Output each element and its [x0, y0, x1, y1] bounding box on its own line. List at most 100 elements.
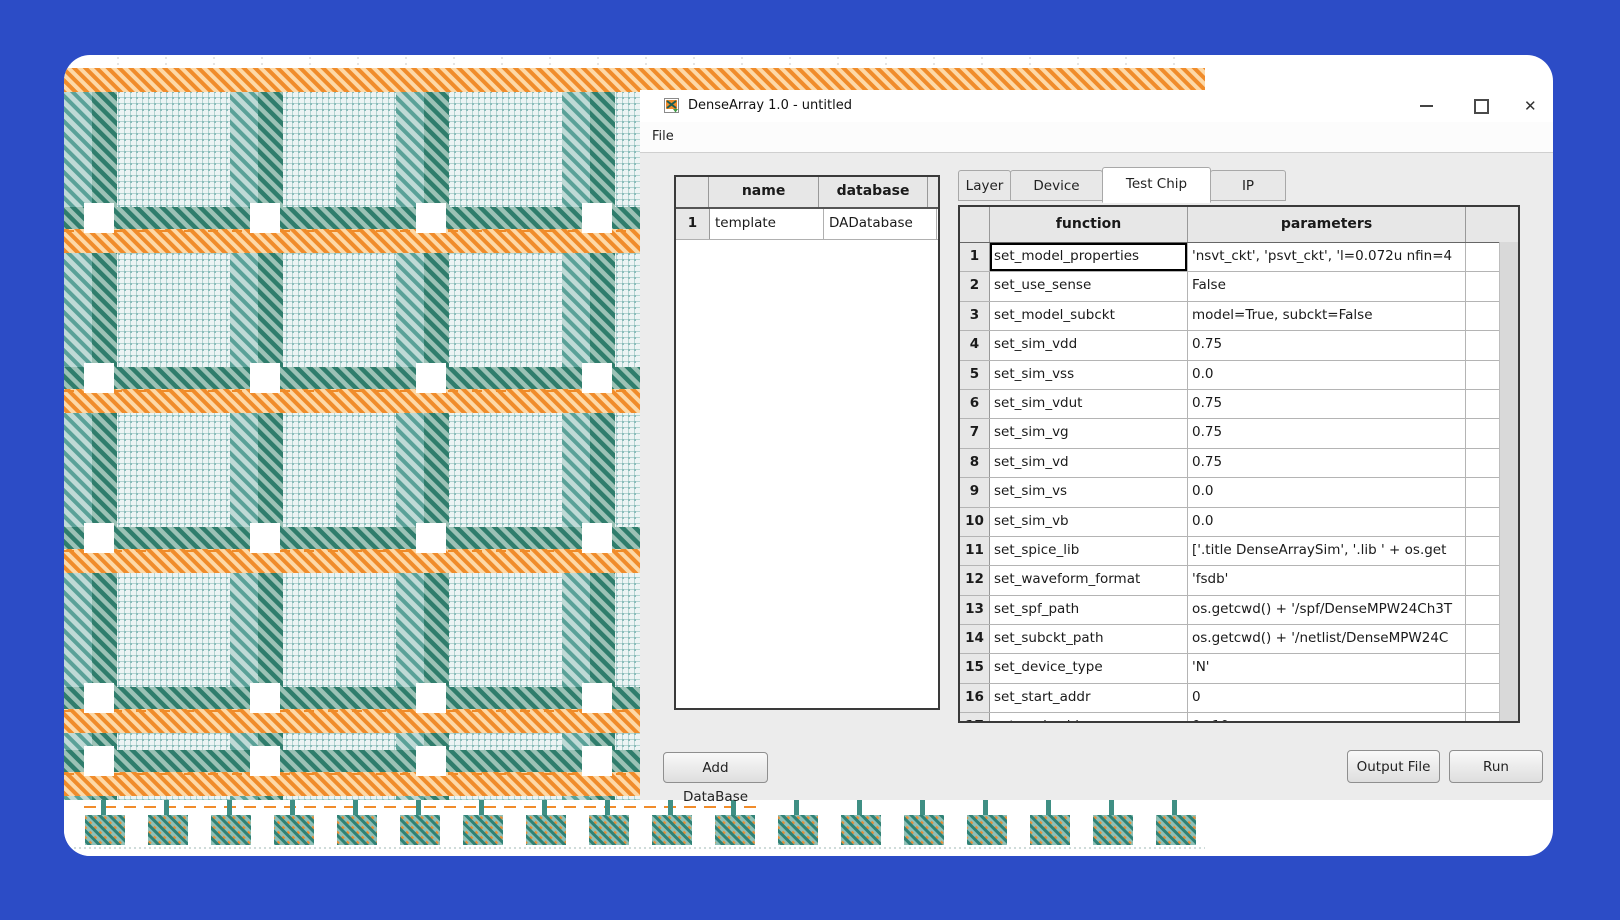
db-col-name-header: name: [709, 177, 819, 207]
window-body: namedatabase 1templateDADatabase LayerDe…: [640, 153, 1553, 800]
table-row: 1templateDADatabase: [676, 209, 938, 240]
db-col-database-header: database: [819, 177, 928, 207]
fn-cell-function[interactable]: set_sim_vdut: [990, 390, 1188, 418]
table-row: 11set_spice_lib['.title DenseArraySim', …: [960, 537, 1518, 566]
fn-cell-function[interactable]: set_model_properties: [990, 243, 1188, 271]
menu-bar: File: [640, 122, 1553, 153]
fn-cell-parameters[interactable]: 0.75: [1188, 419, 1466, 447]
output-file-button[interactable]: Output File: [1347, 750, 1440, 783]
fn-row-number: 8: [960, 449, 990, 477]
fn-row-number: 1: [960, 243, 990, 271]
fn-col-function-header: function: [990, 207, 1188, 242]
fn-cell-parameters[interactable]: 'fsdb': [1188, 566, 1466, 594]
tab-ip[interactable]: IP: [1210, 170, 1286, 201]
db-corner-cell: [928, 177, 938, 207]
minimize-button[interactable]: [1420, 105, 1433, 107]
fn-row-number: 16: [960, 684, 990, 712]
fn-cell-parameters[interactable]: os.getcwd() + '/netlist/DenseMPW24C: [1188, 625, 1466, 653]
fn-cell-function[interactable]: set_sim_vd: [990, 449, 1188, 477]
fn-cell-parameters[interactable]: 0: [1188, 684, 1466, 712]
db-cell-name[interactable]: template: [710, 209, 824, 239]
fn-row-number: 6: [960, 390, 990, 418]
screenshot-card: DenseArray 1.0 - untitled ✕ File namedat…: [64, 55, 1553, 856]
add-database-button[interactable]: Add DataBase: [663, 752, 768, 783]
title-bar: DenseArray 1.0 - untitled ✕: [640, 90, 1553, 122]
table-row: 12set_waveform_format'fsdb': [960, 566, 1518, 595]
fn-row-number: 11: [960, 537, 990, 565]
fn-cell-parameters[interactable]: 0+10: [1188, 713, 1466, 723]
table-row: 7set_sim_vg0.75: [960, 419, 1518, 448]
fn-row-number: 9: [960, 478, 990, 506]
fn-header-filler: [1466, 207, 1518, 242]
function-table-header: functionparameters: [960, 207, 1518, 243]
fn-row-number: 5: [960, 361, 990, 389]
fn-cell-function[interactable]: set_spf_path: [990, 596, 1188, 624]
table-row: 5set_sim_vss0.0: [960, 361, 1518, 390]
table-row: 1set_model_properties'nsvt_ckt', 'psvt_c…: [960, 243, 1518, 272]
fn-cell-function[interactable]: set_waveform_format: [990, 566, 1188, 594]
fn-cell-function[interactable]: set_device_type: [990, 654, 1188, 682]
densearray-window: DenseArray 1.0 - untitled ✕ File namedat…: [640, 90, 1553, 800]
fn-cell-parameters[interactable]: os.getcwd() + '/spf/DenseMPW24Ch3T: [1188, 596, 1466, 624]
db-cell-database[interactable]: DADatabase: [824, 209, 937, 239]
app-icon: [664, 98, 679, 113]
fn-cell-function[interactable]: set_sim_vs: [990, 478, 1188, 506]
menu-file[interactable]: File: [640, 122, 686, 152]
fn-cell-parameters[interactable]: 0.0: [1188, 478, 1466, 506]
fn-row-number: 4: [960, 331, 990, 359]
fn-col-parameters-header: parameters: [1188, 207, 1466, 242]
fn-row-number: 3: [960, 302, 990, 330]
tab-layer[interactable]: Layer: [958, 170, 1011, 201]
fn-cell-parameters[interactable]: ['.title DenseArraySim', '.lib ' + os.ge…: [1188, 537, 1466, 565]
fn-cell-parameters[interactable]: 0.0: [1188, 361, 1466, 389]
fn-row-number: 10: [960, 508, 990, 536]
table-row: 16set_start_addr0: [960, 684, 1518, 713]
fn-cell-parameters[interactable]: 0.75: [1188, 390, 1466, 418]
function-table: functionparameters 1set_model_properties…: [958, 205, 1520, 723]
fn-cell-function[interactable]: set_sim_vdd: [990, 331, 1188, 359]
fn-cell-function[interactable]: set_use_sense: [990, 272, 1188, 300]
table-row: 6set_sim_vdut0.75: [960, 390, 1518, 419]
fn-cell-function[interactable]: set_sim_vb: [990, 508, 1188, 536]
run-button[interactable]: Run: [1449, 750, 1543, 783]
fn-row-number: 7: [960, 419, 990, 447]
tab-test-chip[interactable]: Test Chip: [1102, 167, 1211, 203]
fn-cell-function[interactable]: set_end_addr: [990, 713, 1188, 723]
table-row: 17set_end_addr0+10: [960, 713, 1518, 723]
table-row: 4set_sim_vdd0.75: [960, 331, 1518, 360]
fn-row-number: 2: [960, 272, 990, 300]
fn-cell-parameters[interactable]: 0.75: [1188, 331, 1466, 359]
maximize-button[interactable]: [1474, 99, 1489, 114]
table-row: 8set_sim_vd0.75: [960, 449, 1518, 478]
table-row: 2set_use_senseFalse: [960, 272, 1518, 301]
fn-cell-parameters[interactable]: 'nsvt_ckt', 'psvt_ckt', 'l=0.072u nfin=4: [1188, 243, 1466, 271]
table-row: 9set_sim_vs0.0: [960, 478, 1518, 507]
table-row: 13set_spf_pathos.getcwd() + '/spf/DenseM…: [960, 596, 1518, 625]
fn-cell-parameters[interactable]: False: [1188, 272, 1466, 300]
fn-cell-function[interactable]: set_spice_lib: [990, 537, 1188, 565]
fn-cell-function[interactable]: set_start_addr: [990, 684, 1188, 712]
vertical-scrollbar[interactable]: [1499, 242, 1518, 721]
fn-corner-cell: [960, 207, 990, 242]
table-row: 10set_sim_vb0.0: [960, 508, 1518, 537]
fn-cell-function[interactable]: set_sim_vss: [990, 361, 1188, 389]
fn-cell-parameters[interactable]: 0.75: [1188, 449, 1466, 477]
table-row: 14set_subckt_pathos.getcwd() + '/netlist…: [960, 625, 1518, 654]
tab-device[interactable]: Device: [1010, 170, 1103, 201]
close-button[interactable]: ✕: [1524, 95, 1537, 117]
fn-cell-parameters[interactable]: model=True, subckt=False: [1188, 302, 1466, 330]
fn-cell-function[interactable]: set_model_subckt: [990, 302, 1188, 330]
table-row: 3set_model_subcktmodel=True, subckt=Fals…: [960, 302, 1518, 331]
fn-row-number: 13: [960, 596, 990, 624]
desktop-background: { "window": { "title": "DenseArray 1.0 -…: [0, 0, 1620, 920]
table-row: 15set_device_type'N': [960, 654, 1518, 683]
fn-cell-function[interactable]: set_subckt_path: [990, 625, 1188, 653]
fn-cell-parameters[interactable]: 'N': [1188, 654, 1466, 682]
database-table: namedatabase 1templateDADatabase: [674, 175, 940, 710]
database-table-header: namedatabase: [676, 177, 938, 209]
fn-row-number: 12: [960, 566, 990, 594]
fn-row-number: 17: [960, 713, 990, 723]
fn-cell-parameters[interactable]: 0.0: [1188, 508, 1466, 536]
window-title: DenseArray 1.0 - untitled: [688, 90, 852, 122]
fn-cell-function[interactable]: set_sim_vg: [990, 419, 1188, 447]
